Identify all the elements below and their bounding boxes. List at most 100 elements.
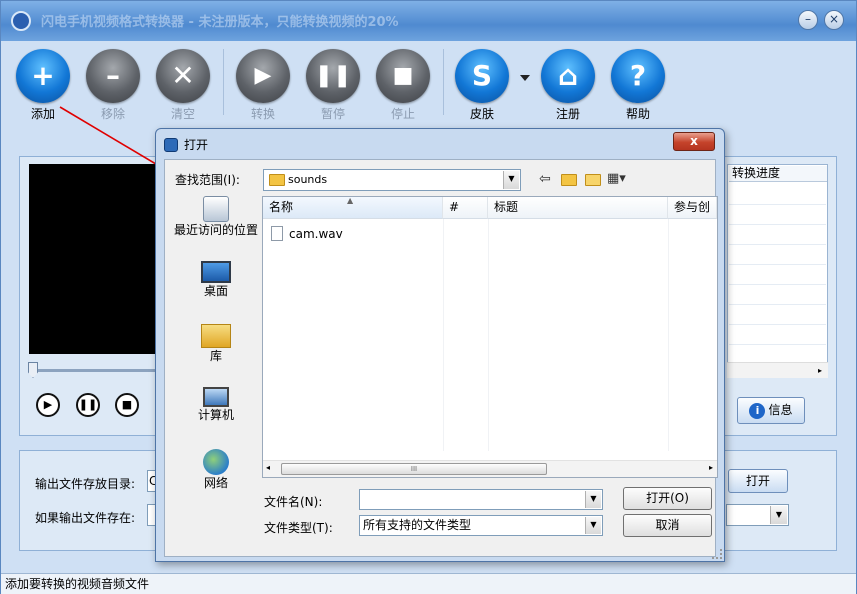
column-name-label: 名称 xyxy=(269,200,294,214)
place-computer[interactable]: 计算机 xyxy=(171,387,261,422)
play-icon: ▶ xyxy=(43,398,53,411)
back-arrow-icon[interactable]: ⇦ xyxy=(539,171,551,187)
look-in-select[interactable]: sounds ▼ xyxy=(263,169,521,191)
skin-button[interactable]: S 皮肤 xyxy=(452,49,512,122)
stop-icon: ■ xyxy=(121,398,133,411)
preview-stop-button[interactable]: ■ xyxy=(115,393,139,417)
remove-button[interactable]: – 移除 xyxy=(83,49,143,122)
x-icon: ✕ xyxy=(171,59,195,92)
scroll-right-icon[interactable]: ▸ xyxy=(709,463,713,472)
chevron-down-icon: ▼ xyxy=(503,171,519,189)
video-preview xyxy=(29,164,163,354)
look-in-value: sounds xyxy=(288,173,328,186)
pause-button[interactable]: ❚❚ 暂停 xyxy=(303,49,363,122)
table-row xyxy=(729,304,826,305)
place-computer-label: 计算机 xyxy=(197,408,234,422)
dialog-close-button[interactable]: x xyxy=(673,132,715,151)
play-icon: ▶ xyxy=(254,63,272,88)
chevron-down-icon: ▼ xyxy=(770,506,787,524)
convert-label: 转换 xyxy=(250,107,275,121)
remove-label: 移除 xyxy=(100,107,125,121)
seek-slider[interactable] xyxy=(29,369,163,372)
table-row xyxy=(729,324,826,325)
look-in-label: 查找范围(I): xyxy=(175,173,240,187)
place-libraries[interactable]: 库 xyxy=(171,324,261,363)
file-type-label: 文件类型(T): xyxy=(264,521,333,535)
audio-file-icon xyxy=(271,226,283,241)
place-recent-label: 最近访问的位置 xyxy=(173,223,258,237)
close-button[interactable]: × xyxy=(824,10,844,30)
stop-button[interactable]: ■ 停止 xyxy=(373,49,433,122)
pause-icon: ❚❚ xyxy=(78,398,98,411)
column-header-title[interactable]: 标题 xyxy=(488,197,668,219)
new-folder-icon[interactable] xyxy=(585,174,601,186)
folder-icon xyxy=(269,174,285,186)
chevron-down-icon[interactable]: ▼ xyxy=(585,491,601,508)
output-dir-label: 输出文件存放目录: xyxy=(35,477,136,491)
table-row xyxy=(729,204,826,205)
add-button[interactable]: + 添加 xyxy=(13,49,73,122)
table-hscrollbar[interactable]: ▸ xyxy=(727,362,828,378)
file-name-input[interactable]: ▼ xyxy=(359,489,603,510)
minimize-button[interactable]: – xyxy=(798,10,818,30)
dialog-title-text: 打开 xyxy=(184,138,209,152)
preview-pause-button[interactable]: ❚❚ xyxy=(76,393,100,417)
view-menu-icon[interactable]: ▦▾ xyxy=(607,171,626,186)
info-button[interactable]: i 信息 xyxy=(737,397,805,424)
resize-grip[interactable] xyxy=(712,549,722,559)
home-icon: ⌂ xyxy=(557,59,579,92)
app-logo-icon xyxy=(11,11,31,31)
scrollbar-thumb[interactable]: III xyxy=(281,463,547,475)
help-button[interactable]: ? 帮助 xyxy=(608,49,668,122)
place-network[interactable]: 网络 xyxy=(171,449,261,490)
dialog-open-button[interactable]: 打开(O) xyxy=(623,487,712,510)
open-folder-button[interactable]: 打开 xyxy=(728,469,788,493)
table-row xyxy=(729,244,826,245)
skin-label: 皮肤 xyxy=(469,107,494,121)
toolbar-divider xyxy=(223,49,224,115)
column-divider xyxy=(488,219,489,451)
title-bar: 闪电手机视频格式转换器 - 未注册版本，只能转换视频的20% – × xyxy=(1,1,856,41)
pause-icon: ❚❚ xyxy=(314,63,352,88)
skin-dropdown-icon[interactable] xyxy=(520,75,530,81)
column-header-contributing[interactable]: 参与创 xyxy=(668,197,717,219)
column-header-number[interactable]: # xyxy=(443,197,488,219)
file-list[interactable]: 名称 ▲ # 标题 参与创 cam.wav ◂ III ▸ xyxy=(262,196,718,478)
table-row xyxy=(729,344,826,345)
place-desktop[interactable]: 桌面 xyxy=(171,261,261,298)
table-row xyxy=(729,224,826,225)
column-header-name[interactable]: 名称 ▲ xyxy=(263,197,443,219)
clear-button[interactable]: ✕ 清空 xyxy=(153,49,213,122)
libraries-icon xyxy=(201,324,231,348)
file-name: cam.wav xyxy=(289,227,343,241)
sort-ascending-icon: ▲ xyxy=(347,197,354,205)
dialog-cancel-button[interactable]: 取消 xyxy=(623,514,712,537)
places-bar: 最近访问的位置 桌面 库 计算机 网络 xyxy=(171,191,261,491)
place-network-label: 网络 xyxy=(203,476,228,490)
output-exists-dropdown[interactable]: ▼ xyxy=(726,504,789,526)
file-type-select[interactable]: 所有支持的文件类型 ▼ xyxy=(359,515,603,536)
up-folder-icon[interactable] xyxy=(561,174,577,186)
file-table[interactable] xyxy=(727,164,828,378)
column-divider xyxy=(443,219,444,451)
table-row xyxy=(729,264,826,265)
place-recent[interactable]: 最近访问的位置 xyxy=(171,196,261,237)
table-row xyxy=(729,284,826,285)
chevron-down-icon: ▼ xyxy=(585,517,601,534)
register-label: 注册 xyxy=(555,107,580,121)
progress-column-header[interactable]: 转换进度 xyxy=(729,166,827,182)
file-list-hscrollbar[interactable]: ◂ III ▸ xyxy=(263,460,717,477)
convert-button[interactable]: ▶ 转换 xyxy=(233,49,293,122)
column-divider xyxy=(668,219,669,451)
app-title: 闪电手机视频格式转换器 - 未注册版本，只能转换视频的20% xyxy=(41,15,399,30)
stop-icon: ■ xyxy=(392,63,414,88)
status-bar: 添加要转换的视频音频文件 xyxy=(1,573,856,594)
pause-label: 暂停 xyxy=(320,107,345,121)
preview-play-button[interactable]: ▶ xyxy=(36,393,60,417)
list-item[interactable]: cam.wav xyxy=(271,225,343,243)
register-button[interactable]: ⌂ 注册 xyxy=(538,49,598,122)
info-icon: i xyxy=(749,403,766,419)
dialog-app-icon xyxy=(164,138,178,152)
plus-icon: + xyxy=(31,59,55,92)
scroll-left-icon[interactable]: ◂ xyxy=(266,463,270,472)
